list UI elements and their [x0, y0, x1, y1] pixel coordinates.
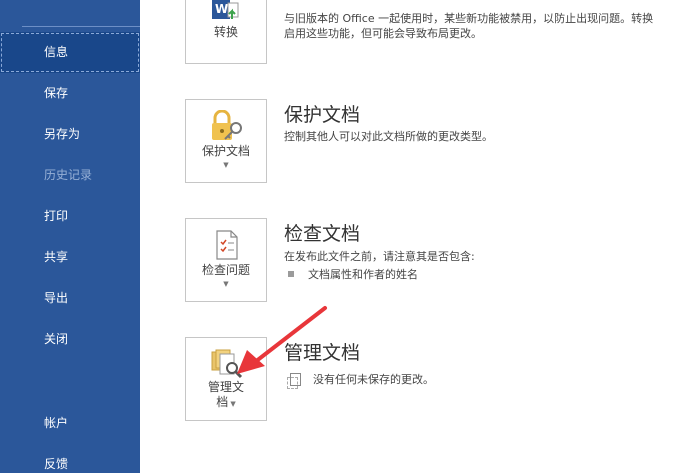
chevron-down-icon: ▼ [223, 280, 229, 288]
sidebar-item-account[interactable]: 帐户 [0, 403, 140, 444]
svg-text:W: W [215, 2, 228, 16]
protect-document-label: 保护文档 [201, 144, 250, 158]
convert-desc-line2: 启用这些功能，但可能会导致布局更改。 [284, 27, 482, 40]
check-issues-button[interactable]: 检查问题 ▼ [185, 218, 267, 302]
chevron-down-icon: ▼ [223, 161, 229, 169]
sidebar-item-info[interactable]: 信息 [0, 32, 140, 73]
inspect-desc: 在发布此文件之前，请注意其是否包含: [284, 250, 475, 263]
lock-key-icon [212, 110, 242, 140]
sidebar-divider [22, 26, 140, 27]
sidebar-item-share[interactable]: 共享 [0, 237, 140, 278]
list-item: 文档属性和作者的姓名 [288, 266, 418, 282]
bullet-icon [288, 271, 294, 277]
sidebar-item-save[interactable]: 保存 [0, 73, 140, 114]
convert-button[interactable]: W 转换 [185, 0, 267, 64]
sidebar-item-close[interactable]: 关闭 [0, 319, 140, 360]
protect-desc: 控制其他人可以对此文档所做的更改类型。 [284, 130, 493, 143]
inspect-checklist-icon [216, 230, 238, 260]
backstage-sidebar: 信息 保存 另存为 历史记录 打印 共享 导出 关闭 帐户 反馈 [0, 0, 140, 473]
sidebar-top-partial [0, 0, 140, 30]
protect-document-button[interactable]: 保护文档 ▼ [185, 99, 267, 183]
chevron-down-icon: ▼ [228, 400, 236, 408]
protect-title: 保护文档 [284, 104, 361, 126]
inspect-title: 检查文档 [284, 223, 361, 245]
sidebar-item-save-as[interactable]: 另存为 [0, 114, 140, 155]
annotation-arrow-icon [237, 306, 327, 374]
sidebar-item-feedback[interactable]: 反馈 [0, 444, 140, 473]
manage-document-label-line2: 档 ▼ [216, 395, 236, 409]
sidebar-item-history: 历史记录 [44, 168, 93, 182]
convert-desc-line1: 与旧版本的 Office 一起使用时，某些新功能被禁用，以防止出现问题。转换 [284, 12, 654, 25]
sidebar-item-export[interactable]: 导出 [0, 278, 140, 319]
check-issues-label: 检查问题 [201, 263, 250, 277]
sidebar-item-print[interactable]: 打印 [0, 196, 140, 237]
convert-button-label: 转换 [213, 25, 238, 39]
word-convert-icon: W [212, 0, 239, 19]
manage-document-label-line1: 管理文 [207, 380, 244, 394]
inspect-bullet-text: 文档属性和作者的姓名 [308, 268, 418, 281]
